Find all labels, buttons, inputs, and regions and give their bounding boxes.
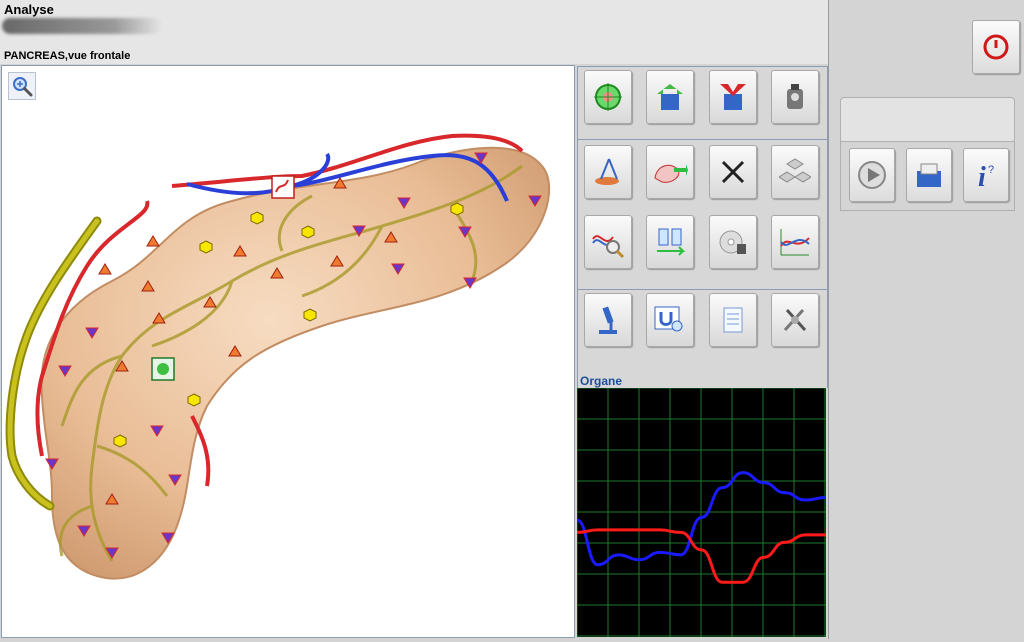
upload-box-icon: [657, 84, 683, 110]
power-button[interactable]: [972, 20, 1020, 74]
window-title: Analyse: [4, 2, 54, 17]
right-panel: i?: [828, 0, 1024, 639]
wave-inspect-button[interactable]: [584, 215, 632, 269]
separator: [578, 139, 827, 140]
organ-chart: [576, 387, 827, 637]
wave-magnifier-icon: [592, 235, 625, 259]
magnet-search-icon: [654, 306, 683, 332]
cubes-button[interactable]: [771, 145, 819, 199]
notes-button[interactable]: [709, 293, 757, 347]
disc-settings-icon: [719, 230, 746, 254]
measure-button[interactable]: [584, 145, 632, 199]
chart-view-button[interactable]: [771, 215, 819, 269]
tool-panel: [577, 66, 828, 376]
vials-swap-button[interactable]: [646, 215, 694, 269]
download-button[interactable]: [709, 70, 757, 124]
redacted-patient-name: [2, 18, 162, 34]
info-button[interactable]: i?: [963, 148, 1009, 202]
separator: [578, 289, 827, 290]
playback-panel: i?: [840, 141, 1015, 211]
header-bar: Analyse PANCREAS,vue frontale: [0, 0, 828, 64]
archive-box-icon: [917, 163, 941, 187]
target-scan-icon: [594, 83, 622, 111]
status-field: [840, 97, 1015, 143]
vials-swap-icon: [657, 228, 686, 256]
delete-button[interactable]: [709, 145, 757, 199]
organ-transfer-button[interactable]: [646, 145, 694, 199]
chart-header: Organe: [577, 374, 828, 388]
power-icon: [983, 34, 1009, 60]
svg-text:?: ?: [988, 164, 994, 176]
play-icon: [858, 161, 886, 189]
compass-organ-icon: [595, 158, 619, 185]
view-subtitle: PANCREAS,vue frontale: [4, 50, 131, 62]
tools-button[interactable]: [771, 293, 819, 347]
notes-icon: [723, 307, 743, 333]
organ-line-chart: [576, 387, 827, 637]
tools-icon: [783, 308, 807, 332]
pancreas-illustration: [5, 133, 550, 580]
line-chart-icon: [780, 229, 810, 256]
disc-settings-button[interactable]: [709, 215, 757, 269]
organ-arrow-icon: [654, 164, 688, 183]
close-x-icon: [721, 160, 745, 184]
magnet-search-button[interactable]: [646, 293, 694, 347]
upload-button[interactable]: [646, 70, 694, 124]
cubes-icon: [779, 158, 811, 183]
microscope-button[interactable]: [584, 293, 632, 347]
device-button[interactable]: [771, 70, 819, 124]
download-box-icon: [720, 84, 746, 110]
chart-title: Organe: [580, 374, 623, 388]
archive-button[interactable]: [906, 148, 952, 202]
robot-scanner-icon: [787, 84, 803, 109]
organ-viewer[interactable]: [1, 65, 575, 638]
scan-target-button[interactable]: [584, 70, 632, 124]
play-button[interactable]: [849, 148, 895, 202]
svg-text:i: i: [978, 162, 986, 191]
info-icon: i?: [978, 162, 994, 191]
microscope-icon: [599, 306, 617, 334]
